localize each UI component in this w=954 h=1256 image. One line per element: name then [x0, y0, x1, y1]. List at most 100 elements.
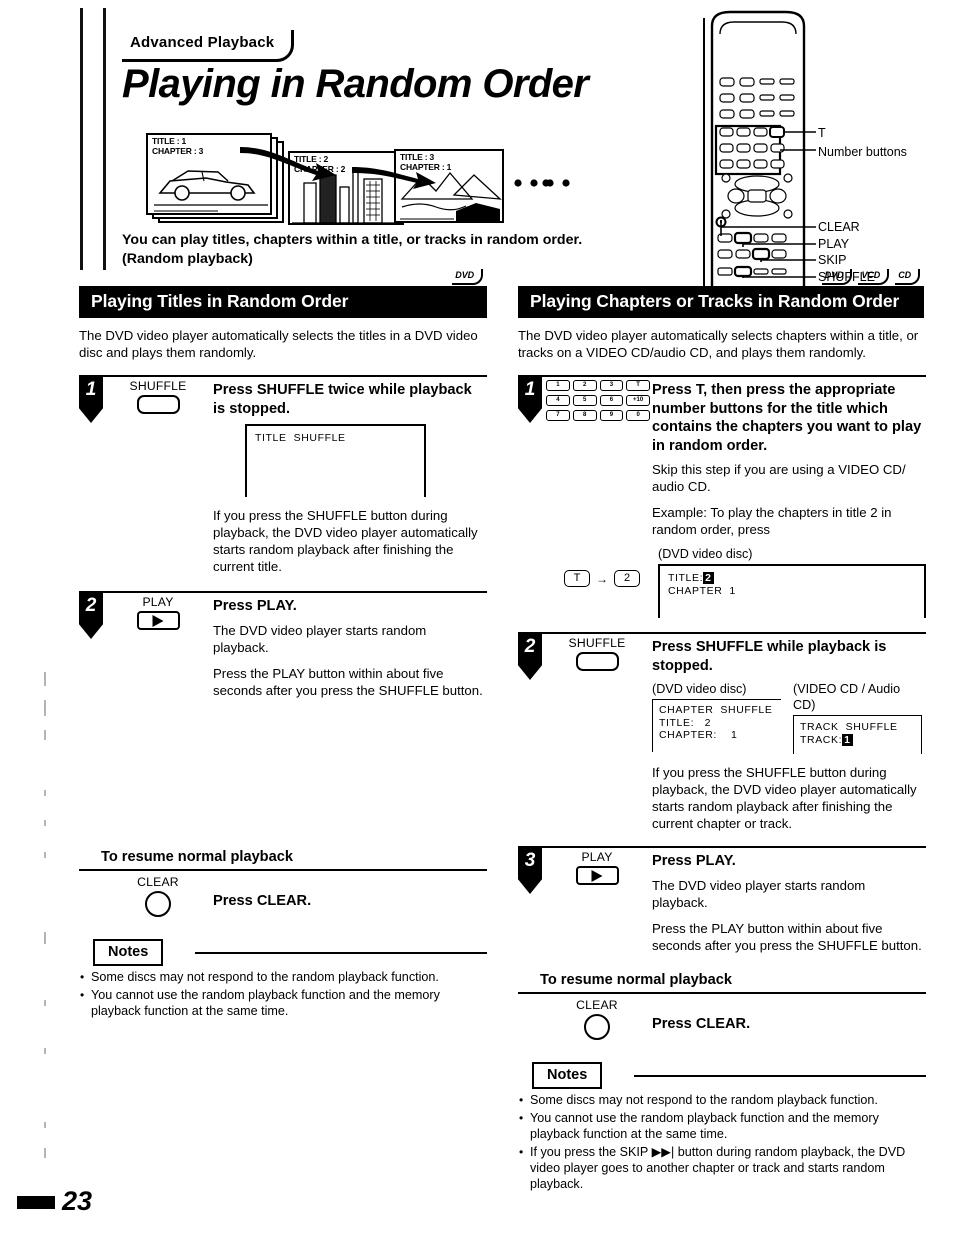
right-step-2-title: Press SHUFFLE while playback is stopped. [652, 639, 887, 674]
right-step-2-number: 2 [518, 634, 542, 680]
numkey-2[interactable]: 2 [572, 380, 597, 391]
badge-dvd: DVD [452, 269, 483, 285]
callout-number-buttons: Number buttons [818, 145, 907, 159]
left-resume-instruction: Press CLEAR. [213, 892, 312, 909]
right-disc-badges: DVD VCD CD [821, 269, 920, 285]
shuffle-button-icon[interactable] [575, 652, 619, 671]
left-step-2-paragraph-1: The DVD video player starts random playb… [213, 622, 427, 655]
right-notes-tab: Notes [532, 1061, 603, 1089]
scan-artifact [44, 700, 46, 716]
clear-button-icon[interactable] [584, 1013, 610, 1040]
left-notes-tab: Notes [93, 938, 164, 966]
right-step-2-key[interactable]: SHUFFLE [554, 636, 640, 676]
ellipsis-dots-extra [542, 179, 550, 187]
scan-artifact [44, 730, 46, 740]
right-step-3-number: 3 [518, 848, 542, 894]
left-step-1-key[interactable]: SHUFFLE [115, 379, 201, 419]
left-step-2-key-label: PLAY [142, 595, 174, 609]
left-clear-key-label: CLEAR [137, 874, 179, 889]
left-step-1-key-label: SHUFFLE [129, 379, 187, 393]
left-notes-tab-row: Notes [79, 938, 487, 967]
intro-line-1: You can play titles, chapters within a t… [122, 232, 583, 248]
osd-cd-cell: (VIDEO CD / Audio CD) TRACK SHUFFLE TRAC… [793, 681, 922, 754]
numkey-5[interactable]: 5 [572, 395, 597, 406]
right-step-1-title: Press T, then press the appropriate numb… [652, 382, 922, 454]
scan-artifact [44, 1048, 46, 1054]
right-step-3-paragraph-2: Press the PLAY button within about five … [652, 920, 922, 953]
left-step-2-key[interactable]: PLAY [115, 595, 201, 635]
key-sequence: T → 2 [564, 570, 640, 587]
scan-artifact [44, 1122, 46, 1128]
key-2-icon[interactable]: 2 [614, 570, 640, 587]
osd-track-shuffle-line1: TRACK SHUFFLE [800, 721, 898, 733]
right-arrow-icon: → [596, 571, 608, 586]
numkey-0[interactable]: 0 [626, 410, 650, 421]
scan-artifact [44, 820, 46, 826]
right-note-item-2: You cannot use the random playback funct… [518, 1110, 926, 1142]
page-number: 23 [62, 1186, 93, 1216]
left-notes-section: Notes Some discs may not respond to the … [79, 938, 487, 1019]
right-step-2-body: Press SHUFFLE while playback is stopped.… [652, 638, 926, 832]
right-step-1-number: 1 [518, 377, 542, 423]
panel-3-labels: TITLE : 3 CHAPTER : 1 [400, 152, 452, 172]
left-step-2-paragraph-2: Press the PLAY button within about five … [213, 665, 483, 698]
osd-title-shuffle: TITLE SHUFFLE [245, 424, 426, 497]
left-lede: The DVD video player automatically selec… [79, 328, 478, 360]
osd-chapter-shuffle: CHAPTER SHUFFLE TITLE: 2 CHAPTER: 1 [652, 699, 781, 752]
numkey-3[interactable]: 3 [599, 380, 624, 391]
left-notes-rule [195, 951, 487, 954]
left-clear-key[interactable]: CLEAR [115, 875, 201, 922]
osd-title-line: TITLE: 2 [668, 572, 714, 584]
right-step-2-paragraph: If you press the SHUFFLE button during p… [652, 765, 917, 831]
margin-rule-outer [80, 8, 83, 270]
right-section-heading: Playing Chapters or Tracks in Random Ord… [530, 291, 900, 311]
scan-artifact [44, 1000, 46, 1006]
right-step-3-key[interactable]: PLAY [554, 850, 640, 890]
section-kicker: Advanced Playback [130, 34, 275, 51]
numkey-8[interactable]: 8 [572, 410, 597, 421]
numkey-t[interactable]: T [626, 380, 650, 391]
left-step-2-body: Press PLAY. The DVD video player starts … [213, 597, 487, 699]
right-note-item-1: Some discs may not respond to the random… [518, 1092, 926, 1108]
osd-track-shuffle-line2: TRACK: 1 [800, 733, 853, 746]
numkey-9[interactable]: 9 [599, 410, 624, 421]
left-step-1-number: 1 [79, 377, 103, 423]
left-resume-row: CLEAR Press CLEAR. [79, 871, 487, 925]
right-column: Playing Chapters or Tracks in Random Ord… [518, 269, 926, 1192]
footer-bar [17, 1196, 55, 1209]
numkey-4[interactable]: 4 [546, 395, 570, 406]
right-notes-section: Notes Some discs may not respond to the … [518, 1061, 926, 1192]
scan-artifact [44, 932, 46, 944]
left-step-1-title: Press SHUFFLE twice while playback is st… [213, 382, 472, 417]
osd-cd-caption: (VIDEO CD / Audio CD) [793, 682, 901, 712]
shuffle-button-icon[interactable] [136, 395, 180, 414]
right-step-3-paragraph-1: The DVD video player starts random playb… [652, 877, 866, 910]
osd-track-shuffle: TRACK SHUFFLE TRACK: 1 [793, 715, 922, 754]
numkey-7[interactable]: 7 [546, 410, 570, 421]
right-step-2: 2 SHUFFLE Press SHUFFLE while playback i… [518, 632, 926, 832]
left-section-heading-bar: Playing Titles in Random Order DVD [79, 269, 487, 318]
clear-button-icon[interactable] [145, 890, 171, 917]
left-column: Playing Titles in Random Order DVD The D… [79, 269, 487, 1019]
callout-skip: SKIP [818, 253, 847, 267]
play-button-icon[interactable] [136, 611, 180, 630]
number-buttons-icon-grid[interactable]: 1 2 3 T 4 5 6 +10 7 8 9 0 [546, 380, 650, 421]
right-resume-instruction: Press CLEAR. [652, 1015, 751, 1032]
play-button-icon[interactable] [575, 866, 619, 885]
key-t-icon[interactable]: T [564, 570, 590, 587]
manual-page: Advanced Playback Playing in Random Orde… [0, 0, 954, 1256]
right-step-1-example-label: Example: To play the chapters in title 2… [652, 505, 892, 537]
right-step-3-title: Press PLAY. [652, 853, 736, 869]
numkey-1[interactable]: 1 [546, 380, 570, 391]
osd-title-shuffle-line: TITLE SHUFFLE [255, 432, 346, 444]
osd-chapter-shuffle-line1: CHAPTER SHUFFLE [659, 704, 773, 716]
right-clear-key[interactable]: CLEAR [554, 998, 640, 1045]
right-notes-rule [634, 1074, 926, 1077]
right-step-1-body: Press T, then press the appropriate numb… [652, 381, 926, 538]
numkey-6[interactable]: 6 [599, 395, 624, 406]
numkey-plus10[interactable]: +10 [626, 395, 650, 406]
left-step-1-note: If you press the SHUFFLE button during p… [213, 507, 487, 575]
badge-vcd: VCD [858, 269, 890, 285]
left-step-2: 2 PLAY Press PLAY. The DVD video player … [79, 591, 487, 699]
left-section-heading: Playing Titles in Random Order [91, 291, 349, 311]
